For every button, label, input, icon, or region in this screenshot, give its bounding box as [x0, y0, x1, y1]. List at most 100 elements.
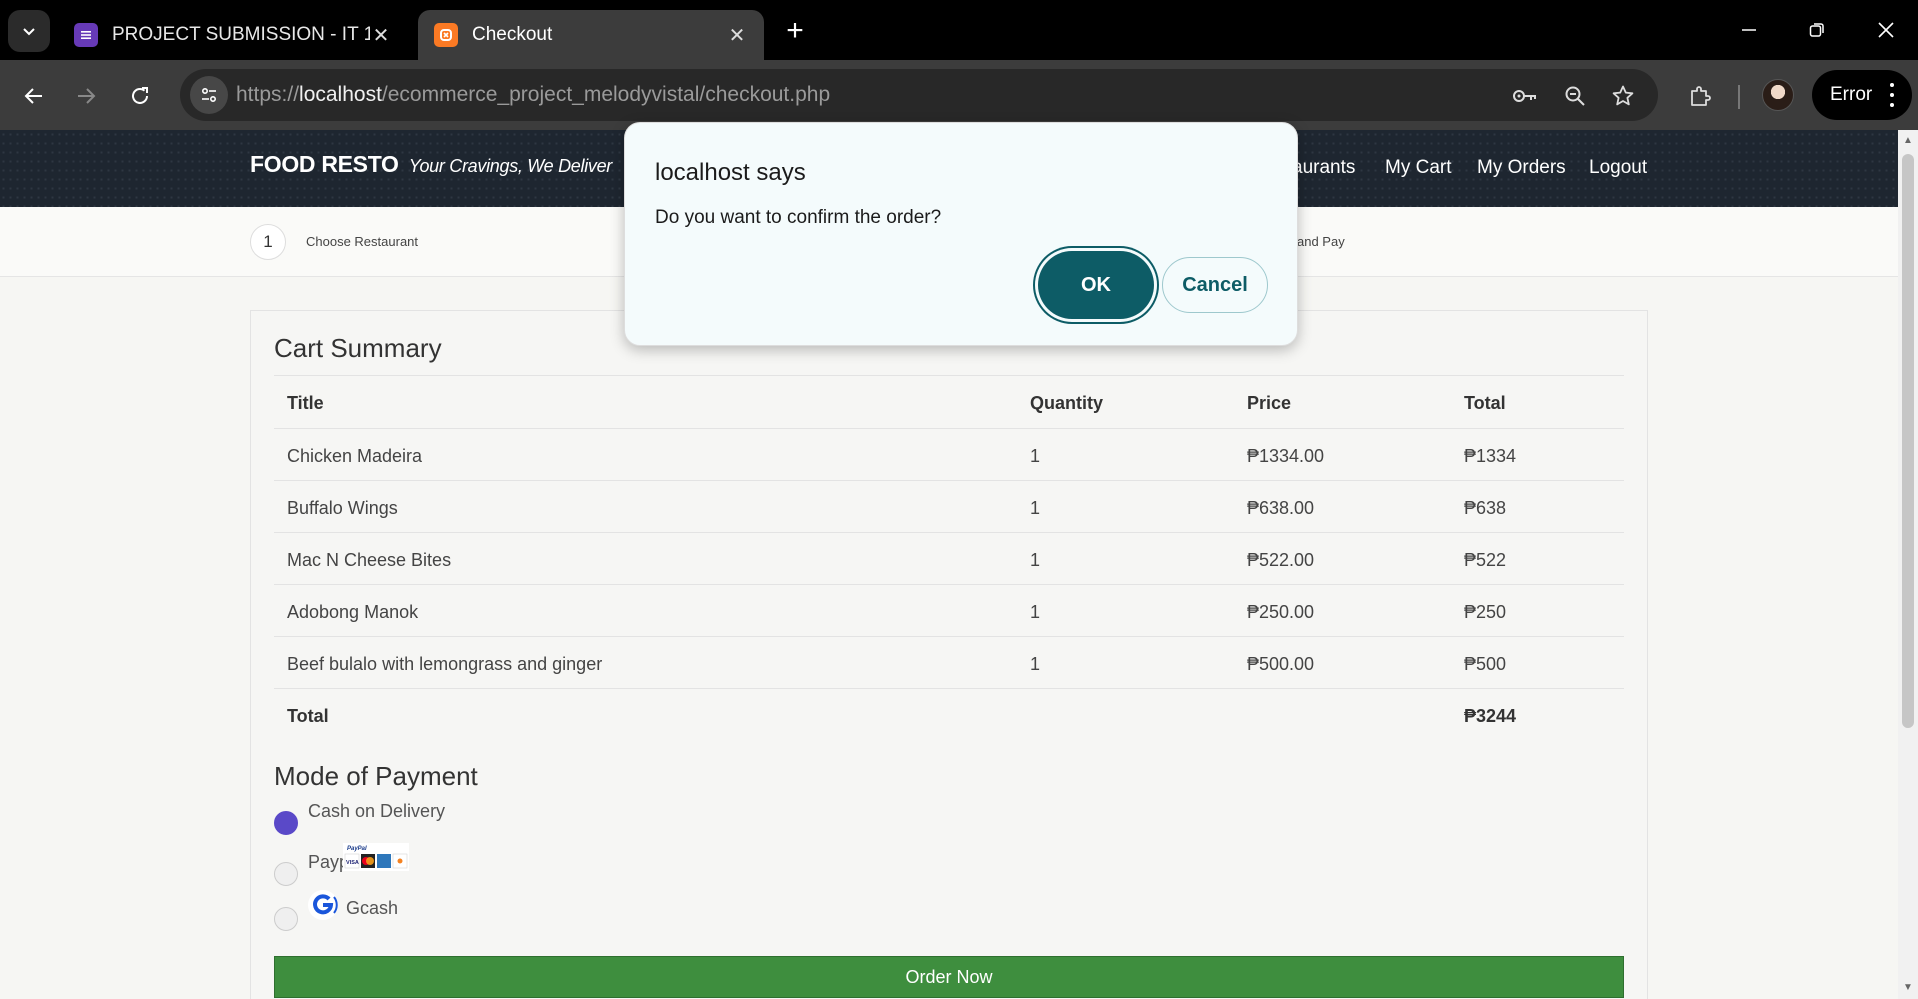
- cancel-button[interactable]: Cancel: [1162, 257, 1268, 313]
- confirm-dialog: localhost says Do you want to confirm th…: [624, 122, 1298, 346]
- total-value: ₱3244: [1464, 706, 1517, 726]
- forward-button[interactable]: [66, 76, 106, 116]
- browser-toolbar: https://localhost/ecommerce_project_melo…: [0, 60, 1918, 130]
- chevron-down-icon: [23, 28, 35, 36]
- password-key-button[interactable]: [1510, 81, 1540, 111]
- radio-paypal[interactable]: [274, 862, 298, 886]
- radio-gcash[interactable]: [274, 907, 298, 931]
- table-row: Beef bulalo with lemongrass and ginger 1…: [274, 636, 1624, 688]
- gcash-logo: [308, 890, 338, 920]
- profile-error-button[interactable]: Error: [1812, 70, 1912, 120]
- forms-icon: [74, 23, 98, 47]
- key-icon: [1513, 90, 1536, 102]
- scroll-up-icon[interactable]: ▲: [1902, 136, 1914, 146]
- step-label-choose-restaurant: Choose Restaurant: [306, 234, 419, 249]
- svg-text:PayPal: PayPal: [347, 846, 367, 852]
- nav-my-cart[interactable]: My Cart: [1385, 157, 1452, 179]
- dialog-title: localhost says: [655, 159, 806, 186]
- table-row: Buffalo Wings 1 ₱638.00 ₱638: [274, 480, 1624, 532]
- table-row: Chicken Madeira 1 ₱1334.00 ₱1334: [274, 428, 1624, 480]
- step-number: 1: [250, 224, 286, 260]
- svg-text:VISA: VISA: [346, 860, 359, 866]
- nav-logout[interactable]: Logout: [1589, 157, 1647, 179]
- arrow-right-icon: [78, 88, 96, 104]
- minimize-icon: [1742, 29, 1756, 31]
- brand-tagline: Your Cravings, We Deliver: [408, 156, 613, 176]
- table-row: Mac N Cheese Bites 1 ₱522.00 ₱522: [274, 532, 1624, 584]
- column-header: Title: [287, 393, 324, 413]
- restore-icon: [1809, 23, 1824, 37]
- reload-button[interactable]: [120, 76, 160, 116]
- payment-title: Mode of Payment: [274, 761, 478, 791]
- item-total: ₱1334: [1464, 446, 1517, 466]
- payment-label-gcash[interactable]: Gcash: [346, 898, 398, 919]
- scroll-down-icon[interactable]: ▼: [1902, 983, 1914, 993]
- restore-button[interactable]: [1797, 12, 1837, 48]
- address-bar[interactable]: https://localhost/ecommerce_project_melo…: [180, 69, 1658, 121]
- ok-button[interactable]: OK: [1038, 251, 1154, 319]
- table-header: Title Quantity Price Total: [274, 375, 1624, 428]
- item-price: ₱250.00: [1247, 602, 1315, 622]
- nav-restaurants[interactable]: aurants: [1292, 157, 1355, 179]
- zoom-button[interactable]: [1560, 81, 1590, 111]
- order-now-button[interactable]: Order Now: [274, 956, 1624, 998]
- url-path: /ecommerce_project_melodyvistal/checkout…: [381, 83, 831, 106]
- url-host: localhost: [299, 83, 382, 106]
- bookmark-button[interactable]: [1608, 81, 1638, 111]
- item-title: Mac N Cheese Bites: [287, 550, 452, 570]
- star-icon: [1612, 85, 1634, 106]
- step-label-pay: and Pay: [1297, 234, 1345, 249]
- minimize-button[interactable]: [1729, 12, 1769, 48]
- cart-summary-card: Cart Summary Title Quantity Price Total …: [250, 310, 1648, 999]
- profile-avatar[interactable]: [1762, 79, 1794, 111]
- item-price: ₱500.00: [1247, 654, 1315, 674]
- item-title: Chicken Madeira: [287, 446, 423, 466]
- item-title: Beef bulalo with lemongrass and ginger: [287, 654, 603, 674]
- paypal-cards-logo: PayPal VISA: [343, 843, 409, 871]
- item-quantity: 1: [1030, 602, 1041, 622]
- new-tab-button[interactable]: +: [778, 14, 812, 48]
- toolbar-divider: [1738, 85, 1740, 109]
- item-total: ₱522: [1464, 550, 1507, 570]
- site-info-button[interactable]: [190, 76, 228, 114]
- radio-cash-on-delivery[interactable]: [274, 811, 298, 835]
- tab-project-submission[interactable]: PROJECT SUBMISSION - IT 107 ✕: [58, 10, 408, 60]
- column-header: Price: [1247, 393, 1292, 413]
- item-price: ₱638.00: [1247, 498, 1315, 518]
- tab-search-button[interactable]: [8, 10, 50, 52]
- back-button[interactable]: [14, 76, 54, 116]
- close-icon[interactable]: ✕: [370, 24, 392, 47]
- arrow-left-icon: [24, 88, 42, 104]
- nav-my-orders[interactable]: My Orders: [1477, 157, 1566, 179]
- scroll-thumb[interactable]: [1902, 154, 1914, 728]
- item-quantity: 1: [1030, 550, 1041, 570]
- cart-summary-title: Cart Summary: [274, 333, 442, 363]
- xampp-icon: [434, 23, 458, 47]
- item-title: Adobong Manok: [287, 602, 419, 622]
- profile-status-label: Error: [1830, 84, 1873, 105]
- close-icon[interactable]: ✕: [726, 24, 748, 47]
- tab-checkout[interactable]: Checkout ✕: [418, 10, 764, 60]
- item-title: Buffalo Wings: [287, 498, 398, 518]
- item-total: ₱500: [1464, 654, 1507, 674]
- more-vert-icon: [1890, 83, 1894, 107]
- item-quantity: 1: [1030, 654, 1041, 674]
- site-brand[interactable]: FOOD RESTO Your Cravings, We Deliver: [250, 151, 612, 178]
- item-price: ₱1334.00: [1247, 446, 1325, 466]
- tune-icon: [201, 87, 217, 103]
- column-header: Total: [1464, 393, 1506, 413]
- payment-label-cod[interactable]: Cash on Delivery: [308, 801, 445, 822]
- item-total: ₱250: [1464, 602, 1507, 622]
- item-quantity: 1: [1030, 498, 1041, 518]
- item-quantity: 1: [1030, 446, 1041, 466]
- item-price: ₱522.00: [1247, 550, 1315, 570]
- url-text: https://localhost/ecommerce_project_melo…: [236, 83, 830, 107]
- extensions-button[interactable]: [1682, 78, 1718, 114]
- brand-name: FOOD RESTO: [250, 151, 399, 177]
- reload-icon: [132, 87, 148, 104]
- page-scrollbar[interactable]: ▲ ▼: [1898, 130, 1918, 999]
- window-close-button[interactable]: [1866, 12, 1906, 48]
- table-total-row: Total ₱3244: [274, 688, 1624, 740]
- item-total: ₱638: [1464, 498, 1507, 518]
- tab-title: Checkout: [472, 24, 553, 45]
